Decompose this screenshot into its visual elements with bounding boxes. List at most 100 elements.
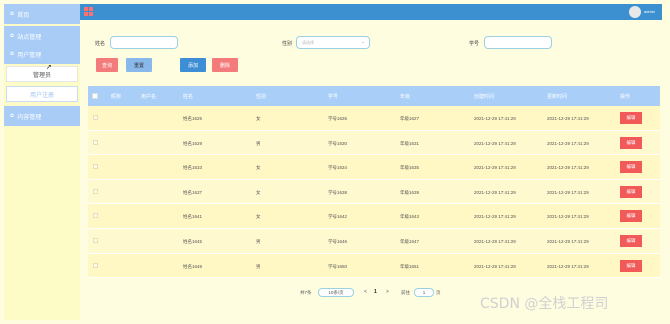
cell-grade: 年级1639: [400, 189, 420, 195]
gender-select[interactable]: 请选择 ⌄: [296, 36, 370, 49]
cell-gender: 男: [256, 238, 261, 244]
header-nickname: 昵称: [111, 94, 122, 100]
app-root: ✿ 首页 ✿ 站点管理 ✿ 用户管理 管理员 用户注册 ✿ 内容管理 ➚ adm…: [0, 0, 670, 324]
cell-grade: 年级1627: [400, 116, 420, 121]
cell-student-id: 学号1650: [328, 263, 348, 269]
cell-created: 2021-12-29 17:41:29: [474, 238, 516, 244]
goto-page-input[interactable]: 1: [414, 288, 434, 297]
row-checkbox[interactable]: [93, 262, 98, 268]
edit-button[interactable]: 编辑: [620, 259, 642, 272]
cell-grade: 年级1647: [400, 238, 420, 244]
header-gender: 性别: [256, 94, 267, 100]
table-row: 姓名1637 女 学号1638 年级1639 2021-12-29 17:41:29 20…: [88, 179, 660, 205]
avatar[interactable]: [629, 6, 641, 18]
table-row: 姓名1633 女 学号1634 年级1635 2021-12-29 17:41:29 20…: [88, 155, 660, 180]
cell-gender: 男: [256, 140, 261, 146]
delete-button[interactable]: 删除: [212, 58, 238, 72]
cell-grade: 年级1631: [400, 140, 420, 146]
sidebar-subitem-user-register[interactable]: 用户注册: [6, 86, 78, 102]
username[interactable]: admin: [644, 9, 655, 14]
cell-student-id: 学号1638: [328, 189, 348, 195]
row-checkbox[interactable]: [93, 237, 98, 243]
cell-name: 姓名1637: [183, 189, 203, 195]
cell-updated: 2021-12-29 17:41:29: [547, 116, 589, 121]
cell-name: 姓名1625: [183, 116, 203, 121]
row-checkbox[interactable]: [93, 213, 98, 219]
header-student-id: 学号: [328, 94, 339, 100]
cell-created: 2021-12-29 17:41:29: [474, 189, 516, 195]
content-icon: ✿: [10, 113, 15, 119]
header-grade: 年级: [400, 94, 411, 100]
row-checkbox[interactable]: [93, 188, 98, 194]
cell-updated: 2021-12-29 17:41:29: [547, 214, 589, 220]
sidebar-item-site[interactable]: ✿ 站点管理: [4, 26, 80, 46]
header-name: 姓名: [183, 94, 194, 100]
goto-suffix: 页: [436, 290, 441, 295]
table-row: 姓名1645 男 学号1646 年级1647 2021-12-29 17:41:29 20…: [88, 228, 660, 254]
cell-student-id: 学号1634: [328, 165, 348, 171]
cell-name: 姓名1641: [183, 214, 203, 220]
sidebar-item-home[interactable]: ✿ 首页: [4, 4, 80, 24]
cell-updated: 2021-12-29 17:41:29: [547, 189, 589, 195]
sidebar-subitem-admin[interactable]: 管理员: [6, 66, 78, 82]
cell-gender: 女: [256, 116, 261, 121]
edit-button[interactable]: 编辑: [620, 136, 642, 149]
cell-name: 姓名1629: [183, 140, 203, 146]
cell-grade: 年级1651: [400, 263, 420, 269]
reset-button[interactable]: 重置: [126, 58, 152, 72]
row-checkbox[interactable]: [93, 139, 98, 145]
name-input[interactable]: [110, 36, 178, 49]
sidebar-item-label: 站点管理: [17, 34, 42, 41]
cell-student-id: 学号1646: [328, 238, 348, 244]
header-created: 创建时间: [474, 94, 495, 100]
cell-created: 2021-12-29 17:41:29: [474, 165, 516, 171]
table-row: 姓名1629 男 学号1630 年级1631 2021-12-29 17:41:29 20…: [88, 130, 660, 156]
table-body: 姓名1625 女 学号1626 年级1627 2021-12-29 17:41:29 20…: [88, 106, 660, 279]
menu-grid-icon[interactable]: [84, 7, 93, 16]
total-count: 共7条: [300, 290, 312, 295]
sidebar-item-label: 内容管理: [17, 114, 42, 121]
table-row: 姓名1625 女 学号1626 年级1627 2021-12-29 17:41:29 20…: [88, 106, 660, 131]
page-size-select[interactable]: 10条/页: [318, 288, 354, 297]
site-icon: ✿: [10, 33, 15, 39]
row-checkbox[interactable]: [93, 115, 98, 120]
student-id-input[interactable]: [484, 36, 552, 49]
user-icon: ✿: [10, 51, 15, 57]
header-actions: 操作: [620, 94, 631, 100]
page-number[interactable]: 1: [374, 289, 377, 295]
sidebar-item-users[interactable]: ✿ 用户管理: [4, 44, 80, 64]
sidebar-item-label: 用户管理: [17, 52, 42, 59]
table-header: 昵称 用户名 姓名 性别 学号 年级 创建时间 更新时间 操作: [88, 86, 660, 106]
watermark: CSDN @全栈工程司: [480, 296, 609, 312]
mouse-cursor-icon: ➚: [46, 64, 52, 71]
select-all-checkbox[interactable]: [92, 93, 98, 99]
gender-placeholder: 请选择: [302, 40, 314, 45]
prev-page-button[interactable]: <: [364, 289, 367, 295]
cell-gender: 男: [256, 263, 261, 269]
student-id-label: 学号: [469, 41, 480, 47]
sidebar: ✿ 首页 ✿ 站点管理 ✿ 用户管理 管理员 用户注册 ✿ 内容管理: [4, 4, 80, 320]
row-checkbox[interactable]: [93, 164, 98, 170]
cell-student-id: 学号1626: [328, 116, 348, 121]
edit-button[interactable]: 编辑: [620, 210, 642, 223]
edit-button[interactable]: 编辑: [620, 161, 642, 174]
chevron-down-icon: ⌄: [360, 39, 365, 45]
sidebar-item-label: 首页: [17, 12, 30, 19]
cell-created: 2021-12-29 17:41:29: [474, 263, 516, 269]
query-button[interactable]: 查询: [96, 58, 118, 72]
next-page-button[interactable]: >: [386, 289, 389, 295]
cell-grade: 年级1635: [400, 165, 420, 171]
cell-gender: 女: [256, 189, 261, 195]
edit-button[interactable]: 编辑: [620, 112, 642, 124]
edit-button[interactable]: 编辑: [620, 234, 642, 247]
cell-name: 姓名1645: [183, 238, 203, 244]
table-row: 姓名1649 男 学号1650 年级1651 2021-12-29 17:41:29 20…: [88, 253, 660, 279]
add-button[interactable]: 添加: [180, 58, 206, 72]
sidebar-item-content[interactable]: ✿ 内容管理: [4, 106, 80, 126]
header-updated: 更新时间: [547, 94, 568, 100]
edit-button[interactable]: 编辑: [620, 185, 642, 198]
cell-gender: 女: [256, 165, 261, 171]
cell-student-id: 学号1642: [328, 214, 348, 220]
cell-name: 姓名1633: [183, 165, 203, 171]
cell-created: 2021-12-29 17:41:29: [474, 214, 516, 220]
